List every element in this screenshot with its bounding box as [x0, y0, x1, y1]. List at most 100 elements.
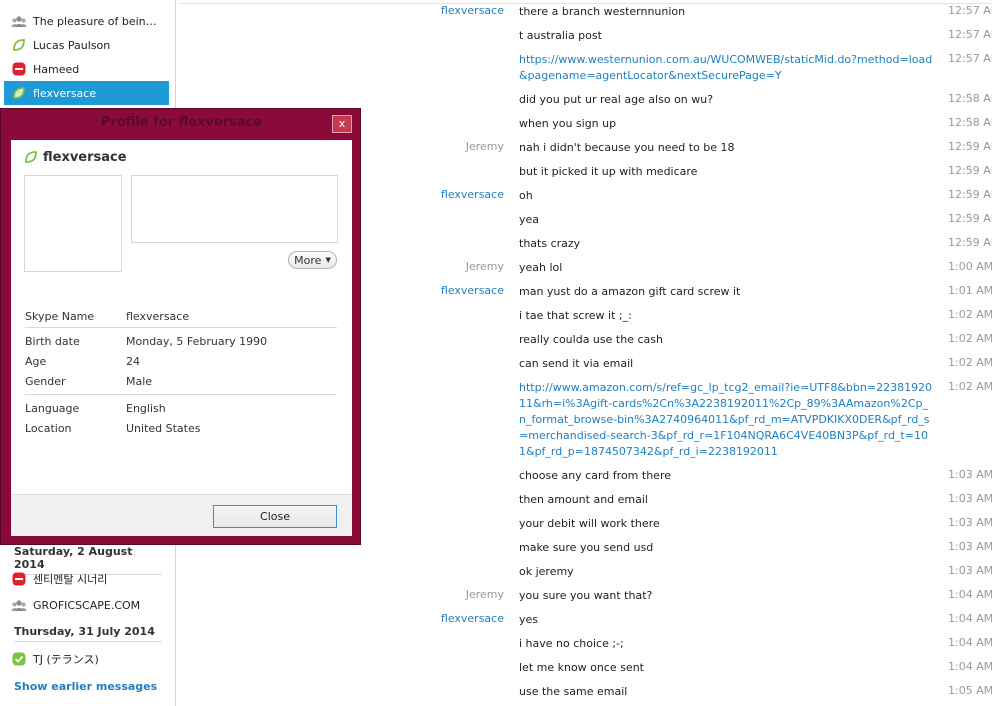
contact-item[interactable]: TJ (テランス): [4, 647, 169, 671]
profile-field: Language English: [25, 402, 337, 422]
message-text: really coulda use the cash: [519, 333, 663, 346]
more-button[interactable]: More ▼: [288, 251, 337, 269]
message-time: 1:05 AM: [948, 684, 992, 697]
message-sender: flexversace: [440, 188, 504, 201]
message-text: t australia post: [519, 29, 602, 42]
contact-name: flexversace: [33, 86, 97, 100]
chevron-down-icon: ▼: [325, 256, 331, 264]
field-divider: [25, 394, 337, 395]
message-time: 1:04 AM: [948, 660, 992, 673]
message-text: did you put ur real age also on wu?: [519, 93, 714, 106]
message-link[interactable]: https://www.westernunion.com.au/WUCOMWEB…: [519, 52, 934, 84]
message-time: 1:04 AM: [948, 612, 992, 625]
contact-name: Lucas Paulson: [33, 38, 111, 52]
message-text: yea: [519, 213, 540, 226]
message-text: choose any card from there: [519, 469, 671, 482]
message-time: 1:02 AM: [948, 308, 992, 321]
message-time: 12:57 AM: [948, 52, 992, 65]
field-value: English: [126, 402, 166, 415]
message-sender: flexversace: [440, 612, 504, 625]
status-dnd-icon: [11, 571, 27, 587]
field-divider: [25, 327, 337, 328]
field-label: Birth date: [25, 335, 80, 348]
group-icon: [11, 597, 27, 613]
message-text: you sure you want that?: [519, 589, 653, 602]
mood-message-box: [131, 175, 338, 243]
message-sender: Jeremy: [465, 140, 504, 153]
message-time: 12:58 AM: [948, 116, 992, 129]
contact-item[interactable]: The pleasure of being cu…: [4, 9, 169, 33]
profile-name-text: flexversace: [43, 149, 127, 165]
message-time: 1:04 AM: [948, 588, 992, 601]
message-time: 1:03 AM: [948, 540, 992, 553]
message-time: 1:04 AM: [948, 636, 992, 649]
contact-item[interactable]: flexversace: [4, 81, 169, 105]
message-text: thats crazy: [519, 237, 581, 250]
message-sender: Jeremy: [465, 588, 504, 601]
message-time: 12:59 AM: [948, 188, 992, 201]
message-time: 12:59 AM: [948, 140, 992, 153]
profile-name: flexversace: [23, 149, 127, 165]
message-time: 1:03 AM: [948, 516, 992, 529]
profile-field: Age 24: [25, 355, 337, 375]
message-text: nah i didn't because you need to be 18: [519, 141, 735, 154]
message-time: 1:01 AM: [948, 284, 992, 297]
profile-body: flexversace More ▼ Skype Name flexversace…: [11, 140, 352, 494]
contact-item[interactable]: Hameed: [4, 57, 169, 81]
field-label: Age: [25, 355, 47, 368]
field-value: Monday, 5 February 1990: [126, 335, 268, 348]
close-button[interactable]: Close: [213, 505, 337, 528]
field-label: Skype Name: [25, 310, 95, 323]
profile-dialog: Profile for flexversace x flexversace Mo…: [0, 108, 361, 545]
contact-item[interactable]: GROFICSCAPE.COM: [4, 593, 169, 617]
contact-name: 센티멘탈 시너리: [33, 573, 108, 586]
contact-name: The pleasure of being cu…: [33, 14, 163, 28]
message-time: 1:02 AM: [948, 332, 992, 345]
message-text: let me know once sent: [519, 661, 644, 674]
message-text: then amount and email: [519, 493, 648, 506]
message-time: 12:59 AM: [948, 164, 992, 177]
dialog-title: Profile for flexversace: [100, 115, 263, 130]
message-text: yes: [519, 613, 539, 626]
message-text: but it picked it up with medicare: [519, 165, 698, 178]
profile-field: Gender Male: [25, 375, 337, 395]
message-text: use the same email: [519, 685, 628, 698]
message-time: 1:02 AM: [948, 380, 992, 393]
message-text: when you sign up: [519, 117, 617, 130]
field-value: United States: [126, 422, 201, 435]
contact-name: Hameed: [33, 62, 80, 76]
field-value: flexversace: [126, 310, 190, 323]
status-online-icon: [11, 651, 27, 667]
contact-name: GROFICSCAPE.COM: [33, 598, 141, 612]
status-offline-icon: [11, 85, 27, 101]
show-earlier-messages-link[interactable]: Show earlier messages: [14, 680, 157, 693]
field-value: 24: [126, 355, 140, 368]
message-link[interactable]: http://www.amazon.com/s/ref=gc_lp_tcg2_e…: [519, 380, 934, 460]
dialog-close-icon[interactable]: x: [332, 115, 352, 133]
message-text: make sure you send usd: [519, 541, 654, 554]
message-text: i have no choice ;-;: [519, 637, 624, 650]
field-value: Male: [126, 375, 153, 388]
message-text: i tae that screw it ;_:: [519, 309, 632, 322]
status-offline-icon: [23, 149, 39, 165]
more-button-label: More: [294, 253, 322, 267]
message-time: 12:58 AM: [948, 92, 992, 105]
field-label: Location: [25, 422, 72, 435]
message-text: oh: [519, 189, 533, 202]
message-sender: flexversace: [440, 284, 504, 297]
message-sender: Jeremy: [465, 260, 504, 273]
field-label: Language: [25, 402, 80, 415]
message-text: your debit will work there: [519, 517, 660, 530]
contact-item[interactable]: Lucas Paulson: [4, 33, 169, 57]
contact-item[interactable]: 센티멘탈 시너리: [4, 567, 169, 591]
status-offline-icon: [11, 37, 27, 53]
message-text: ok jeremy: [519, 565, 574, 578]
message-time: 1:03 AM: [948, 468, 992, 481]
message-time: 12:57 AM: [948, 4, 992, 17]
date-header: Thursday, 31 July 2014: [14, 625, 162, 642]
avatar: [24, 175, 122, 272]
message-sender: flexversace: [440, 4, 504, 17]
message-time: 1:03 AM: [948, 564, 992, 577]
message-time: 12:57 AM: [948, 28, 992, 41]
group-icon: [11, 13, 27, 29]
